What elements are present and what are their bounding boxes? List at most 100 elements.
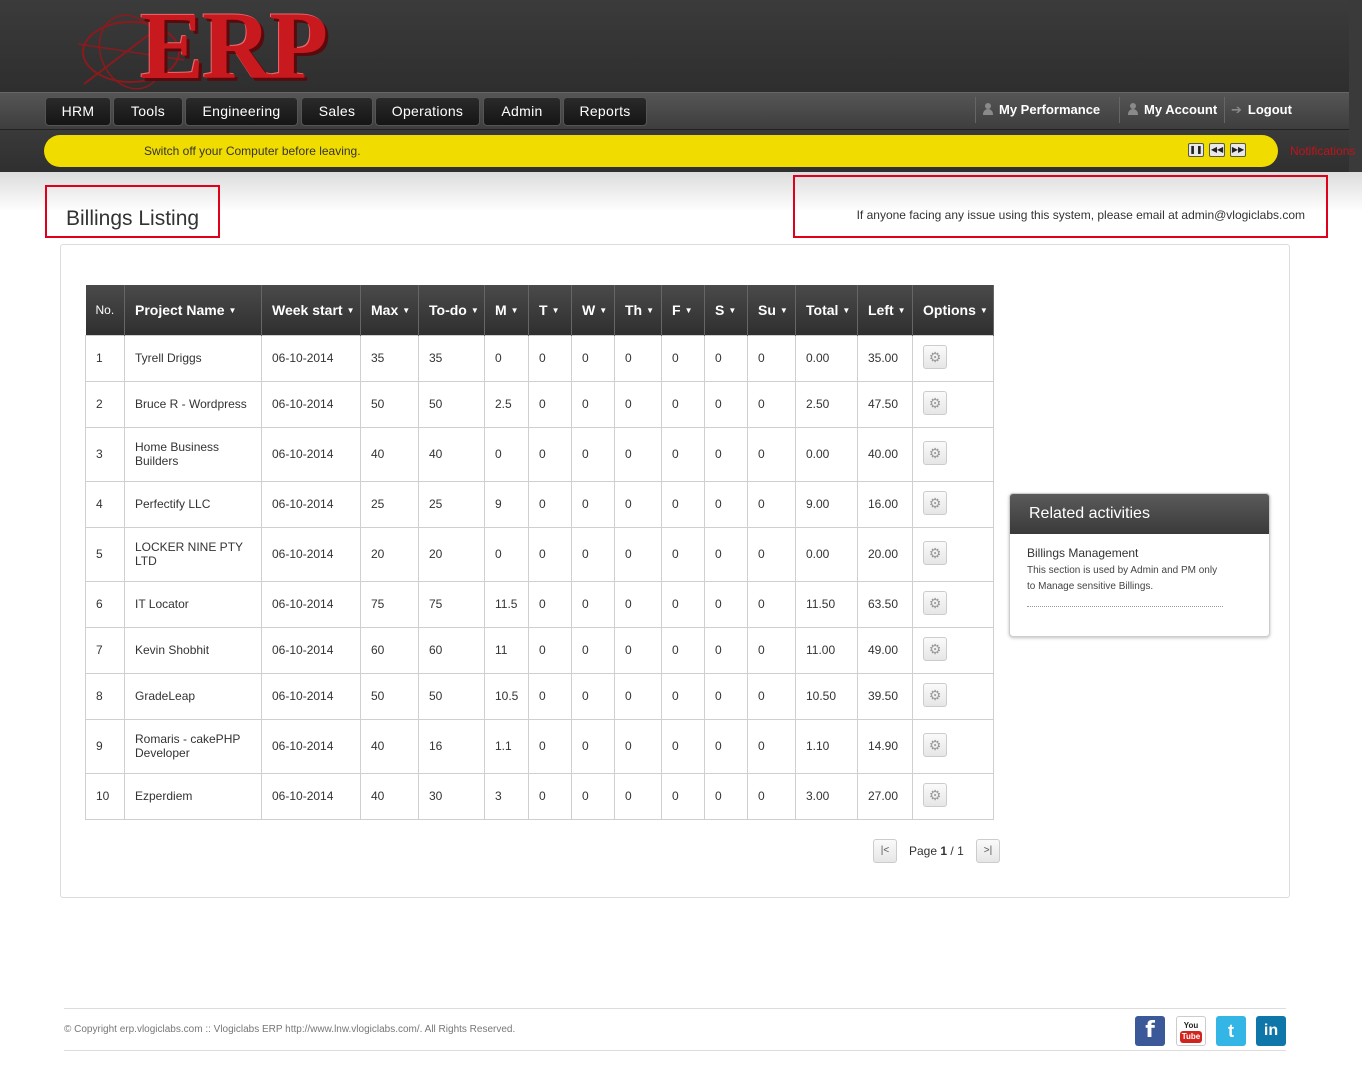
nav-item-sales[interactable]: Sales <box>301 97 373 126</box>
table-cell: 25 <box>360 480 419 528</box>
col-header-label: Project Name <box>135 301 225 318</box>
col-header-th[interactable]: Th ▼ <box>614 285 662 335</box>
rewind-icon[interactable]: ◀◀ <box>1209 143 1225 157</box>
table-cell: 0 <box>528 580 572 628</box>
table-cell: 27.00 <box>857 772 913 820</box>
table-cell: 9.00 <box>795 480 858 528</box>
table-cell: 0 <box>704 718 748 774</box>
user-icon <box>1128 103 1138 115</box>
table-row: 1 Tyrell Driggs 06-10-2014 35 35 0 0 0 0 0 0 0 0.00 3… <box>85 334 994 382</box>
nav-divider <box>975 97 976 123</box>
table-cell: 40 <box>360 426 419 482</box>
nav-item-reports[interactable]: Reports <box>563 97 647 126</box>
gear-icon[interactable] <box>923 390 947 415</box>
table-cell: 0 <box>614 718 662 774</box>
table-cell: 06-10-2014 <box>261 672 361 720</box>
my-performance-label: My Performance <box>999 102 1101 117</box>
billings-management-link[interactable]: Billings Management <box>1027 546 1138 560</box>
col-header-su[interactable]: Su ▼ <box>747 285 796 335</box>
col-header-week-start[interactable]: Week start ▼ <box>261 285 361 335</box>
table-cell: 0 <box>747 626 796 674</box>
gear-icon[interactable] <box>923 440 947 465</box>
page-title: Billings Listing <box>66 207 200 230</box>
table-cell: 0 <box>571 626 615 674</box>
table-cell: 0 <box>614 334 662 382</box>
nav-item-tools[interactable]: Tools <box>113 97 183 126</box>
col-header-f[interactable]: F ▼ <box>661 285 705 335</box>
col-header-w[interactable]: W ▼ <box>571 285 615 335</box>
table-cell: 0 <box>661 426 705 482</box>
last-page-button[interactable]: >| <box>976 839 1000 863</box>
my-performance-link[interactable]: My Performance <box>983 93 1100 127</box>
table-cell: 0 <box>747 718 796 774</box>
col-header-label: Th <box>625 301 643 318</box>
first-page-button[interactable]: |< <box>873 839 897 863</box>
gear-icon[interactable] <box>923 636 947 661</box>
table-cell: 06-10-2014 <box>261 426 361 482</box>
col-header-s[interactable]: S ▼ <box>704 285 748 335</box>
forward-icon[interactable]: ▶▶ <box>1230 143 1246 157</box>
my-account-link[interactable]: My Account <box>1128 93 1217 127</box>
table-cell: 6 <box>85 580 125 628</box>
table-header-row: No. Project Name ▼ Week start ▼ Max ▼ To-do… <box>85 285 994 335</box>
col-header-label: To-do <box>429 301 467 318</box>
project-name-cell: Ezperdiem <box>124 772 262 820</box>
col-header-max[interactable]: Max ▼ <box>360 285 419 335</box>
project-name-cell: Perfectify LLC <box>124 480 262 528</box>
col-header-no[interactable]: No. <box>85 285 125 335</box>
gear-icon[interactable] <box>923 732 947 757</box>
erp-logo[interactable]: ERP <box>76 0 366 94</box>
nav-item-hrm[interactable]: HRM <box>45 97 111 126</box>
col-header-label: Left <box>868 301 894 318</box>
sort-caret-icon: ▼ <box>551 305 560 315</box>
gear-icon[interactable] <box>923 782 947 807</box>
nav-item-operations[interactable]: Operations <box>375 97 480 126</box>
sort-caret-icon: ▼ <box>684 305 693 315</box>
main-nav: HRM Tools Engineering Sales Operations A… <box>0 92 1349 130</box>
col-header-label: M <box>495 301 507 318</box>
related-description: This section is used by Admin and PM onl… <box>1027 565 1218 592</box>
table-cell: 0 <box>747 380 796 428</box>
table-cell: 0 <box>571 526 615 582</box>
col-header-options[interactable]: Options ▼ <box>912 285 994 335</box>
youtube-icon[interactable]: You Tube <box>1176 1016 1206 1046</box>
table-cell: 8 <box>85 672 125 720</box>
gear-icon[interactable] <box>923 540 947 565</box>
twitter-icon[interactable]: t <box>1216 1016 1246 1046</box>
table-cell: 7 <box>85 626 125 674</box>
nav-item-admin[interactable]: Admin <box>483 97 561 126</box>
col-header-t[interactable]: T ▼ <box>528 285 572 335</box>
sort-caret-icon: ▼ <box>779 305 788 315</box>
col-header-total[interactable]: Total ▼ <box>795 285 858 335</box>
my-account-label: My Account <box>1144 102 1218 117</box>
logout-link[interactable]: ➔ Logout <box>1231 93 1292 127</box>
options-cell <box>912 672 994 720</box>
table-cell: 63.50 <box>857 580 913 628</box>
gear-icon[interactable] <box>923 490 947 515</box>
table-cell: 0 <box>528 772 572 820</box>
gear-icon[interactable] <box>923 590 947 615</box>
col-header-m[interactable]: M ▼ <box>484 285 529 335</box>
nav-divider <box>1119 97 1120 123</box>
logout-label: Logout <box>1247 102 1292 117</box>
nav-item-engineering[interactable]: Engineering <box>185 97 298 126</box>
col-header-left[interactable]: Left ▼ <box>857 285 913 335</box>
gear-icon[interactable] <box>923 682 947 707</box>
options-cell <box>912 580 994 628</box>
table-cell: 3 <box>85 426 125 482</box>
col-header-project-name[interactable]: Project Name ▼ <box>124 285 262 335</box>
pause-icon[interactable]: ❚❚ <box>1188 143 1204 157</box>
table-cell: 0 <box>484 426 529 482</box>
notifications-link[interactable]: Notifications <box>1290 144 1355 158</box>
gear-icon[interactable] <box>923 344 947 369</box>
footer-top-rule <box>64 1008 1286 1009</box>
table-cell: 10 <box>85 772 125 820</box>
table-cell: 1.10 <box>795 718 858 774</box>
table-cell: 06-10-2014 <box>261 772 361 820</box>
col-header-todo[interactable]: To-do ▼ <box>418 285 485 335</box>
table-cell: 0 <box>747 772 796 820</box>
facebook-icon[interactable]: f <box>1135 1016 1165 1046</box>
table-cell: 50 <box>360 672 419 720</box>
ticker-message: Switch off your Computer before leaving. <box>144 144 361 158</box>
linkedin-icon[interactable]: in <box>1256 1016 1286 1046</box>
